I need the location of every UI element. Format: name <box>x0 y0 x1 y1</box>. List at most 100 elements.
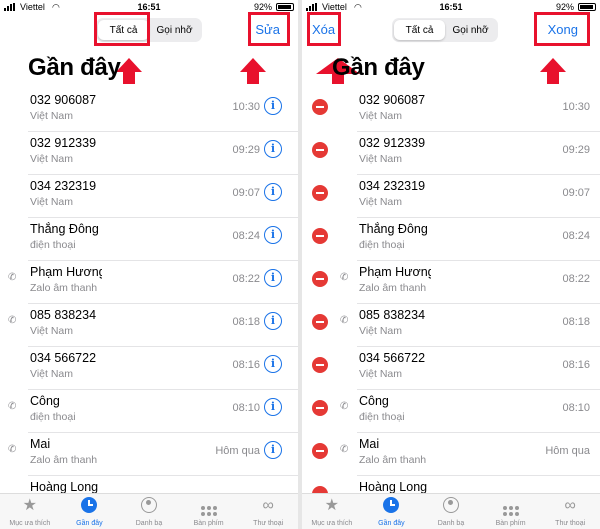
caller-name: 034 232319 <box>30 179 97 193</box>
tab-favorites[interactable]: ★ Mục ưa thích <box>302 494 362 529</box>
caller-name: Phạm Hương <box>30 265 102 279</box>
info-icon[interactable]: i <box>264 97 282 115</box>
delete-circle-icon[interactable] <box>312 142 328 158</box>
caller-name: 034 232319 <box>359 179 426 193</box>
call-type: Zalo âm thanh <box>359 282 427 294</box>
call-time: 09:07 <box>232 187 260 199</box>
call-time: 08:22 <box>562 273 590 285</box>
call-row[interactable]: Thắng Đông điện thoại 08:24 i <box>0 218 298 261</box>
info-icon[interactable]: i <box>264 226 282 244</box>
call-row[interactable]: ✆ 085 838234 Việt Nam 08:18 <box>302 304 600 347</box>
info-icon[interactable]: i <box>264 355 282 373</box>
call-row[interactable]: 034 232319 Việt Nam 09:07 i <box>0 175 298 218</box>
page-title: Gần đây <box>28 54 121 81</box>
tab-keypad[interactable]: Bàn phím <box>481 494 541 529</box>
call-row[interactable]: ✆ Phạm Hương Zalo âm thanh 08:22 <box>302 261 600 304</box>
caller-name: 032 906087 <box>30 93 97 107</box>
tab-recents[interactable]: Gần đây <box>362 494 422 529</box>
tab-contacts[interactable]: Danh bạ <box>119 494 179 529</box>
highlight-box-edit <box>248 12 290 46</box>
phone-outgoing-icon: ✆ <box>340 315 349 326</box>
page-title: Gần đây <box>332 54 425 81</box>
clock-icon <box>383 497 400 513</box>
info-icon[interactable]: i <box>264 269 282 287</box>
call-time: 08:18 <box>232 316 260 328</box>
info-icon[interactable]: i <box>264 140 282 158</box>
caller-name: Công <box>359 394 389 408</box>
call-row[interactable]: 032 912339 Việt Nam 09:29 <box>302 132 600 175</box>
highlight-box-clear <box>307 12 341 46</box>
phone-outgoing-icon: ✆ <box>8 315 17 326</box>
recents-screen-editing: Viettel ◠ 16:51 92% Xóa Tất cả Gọi nhỡ X… <box>302 0 600 529</box>
call-type: Việt Nam <box>30 368 73 380</box>
delete-circle-icon[interactable] <box>312 99 328 115</box>
info-icon[interactable]: i <box>264 441 282 459</box>
call-row[interactable]: ✆ Công điện thoại 08:10 <box>302 390 600 433</box>
info-icon[interactable]: i <box>264 398 282 416</box>
call-row[interactable]: 032 906087 Việt Nam 10:30 <box>302 89 600 132</box>
call-type: điện thoại <box>359 239 405 251</box>
phone-outgoing-icon: ✆ <box>8 444 17 455</box>
tab-contacts[interactable]: Danh bạ <box>421 494 481 529</box>
call-row[interactable]: 034 566722 Việt Nam 08:16 i <box>0 347 298 390</box>
delete-circle-icon[interactable] <box>312 443 328 459</box>
delete-circle-icon[interactable] <box>312 400 328 416</box>
call-type: điện thoại <box>30 239 76 251</box>
call-row[interactable]: 032 906087 Việt Nam 10:30 i <box>0 89 298 132</box>
call-row[interactable]: 032 912339 Việt Nam 09:29 i <box>0 132 298 175</box>
phone-outgoing-icon: ✆ <box>340 444 349 455</box>
call-row[interactable]: ✆ Công điện thoại 08:10 i <box>0 390 298 433</box>
info-icon[interactable]: i <box>264 312 282 330</box>
caller-name: Mai <box>30 437 51 451</box>
call-time: Hôm qua <box>215 445 260 457</box>
caller-name: 085 838234 <box>30 308 97 322</box>
call-time: 08:16 <box>232 359 260 371</box>
segment-missed[interactable]: Gọi nhỡ <box>445 20 496 40</box>
call-time: 08:10 <box>562 402 590 414</box>
info-icon[interactable]: i <box>264 183 282 201</box>
highlight-box-all-tab <box>94 12 150 46</box>
tab-voicemail[interactable]: ∞ Thư thoại <box>238 494 298 529</box>
tab-voicemail[interactable]: ∞ Thư thoại <box>540 494 600 529</box>
call-type: điện thoại <box>30 411 76 423</box>
segment-missed[interactable]: Gọi nhỡ <box>149 20 200 40</box>
call-time: 10:30 <box>562 101 590 113</box>
delete-circle-icon[interactable] <box>312 185 328 201</box>
caller-name: 085 838234 <box>359 308 426 322</box>
call-time: 08:16 <box>562 359 590 371</box>
tab-favorites[interactable]: ★ Mục ưa thích <box>0 494 60 529</box>
call-row[interactable]: ✆ Phạm Hương Zalo âm thanh 08:22 i <box>0 261 298 304</box>
phone-outgoing-icon: ✆ <box>340 272 349 283</box>
call-type: điện thoại <box>359 411 405 423</box>
caller-name: Hoàng Long <box>359 480 428 494</box>
call-type: Việt Nam <box>30 325 73 337</box>
caller-name: 034 566722 <box>30 351 97 365</box>
delete-circle-icon[interactable] <box>312 271 328 287</box>
battery-icon <box>276 3 294 11</box>
call-row[interactable]: Thắng Đông điện thoại 08:24 <box>302 218 600 261</box>
call-type: Việt Nam <box>30 196 73 208</box>
call-row[interactable]: 034 566722 Việt Nam 08:16 <box>302 347 600 390</box>
tab-keypad[interactable]: Bàn phím <box>179 494 239 529</box>
segment-all[interactable]: Tất cả <box>394 20 445 40</box>
call-row[interactable]: ✆ Mai Zalo âm thanh Hôm qua i <box>0 433 298 476</box>
delete-circle-icon[interactable] <box>312 357 328 373</box>
caller-name: 034 566722 <box>359 351 426 365</box>
call-time: 09:29 <box>562 144 590 156</box>
call-time: 08:10 <box>232 402 260 414</box>
contact-icon <box>140 497 157 513</box>
call-type: Zalo âm thanh <box>30 454 98 466</box>
call-time: 09:29 <box>232 144 260 156</box>
caller-name: 032 912339 <box>30 136 97 150</box>
call-time: Hôm qua <box>545 445 590 457</box>
delete-circle-icon[interactable] <box>312 228 328 244</box>
tab-recents[interactable]: Gần đây <box>60 494 120 529</box>
caller-name: Phạm Hương <box>359 265 431 279</box>
call-row[interactable]: 034 232319 Việt Nam 09:07 <box>302 175 600 218</box>
battery-icon <box>578 3 596 11</box>
keypad-icon <box>502 506 519 516</box>
call-row[interactable]: ✆ 085 838234 Việt Nam 08:18 i <box>0 304 298 347</box>
call-row[interactable]: ✆ Mai Zalo âm thanh Hôm qua <box>302 433 600 476</box>
delete-circle-icon[interactable] <box>312 314 328 330</box>
call-time: 10:30 <box>232 101 260 113</box>
